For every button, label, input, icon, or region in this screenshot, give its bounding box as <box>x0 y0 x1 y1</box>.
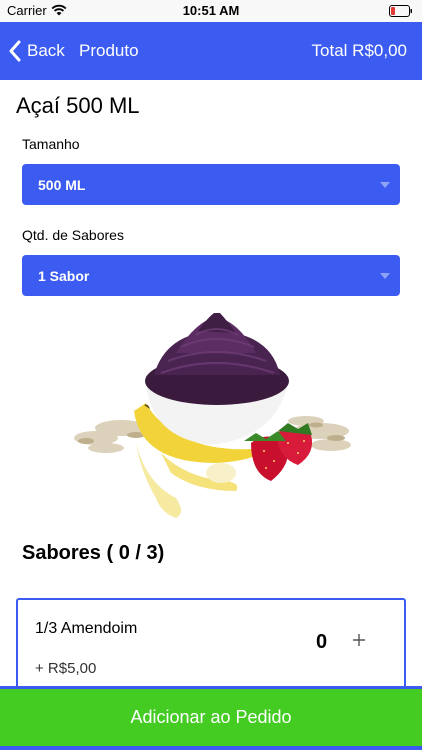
plus-icon[interactable] <box>352 633 366 647</box>
flavor-count-label: Qtd. de Sabores <box>22 227 124 243</box>
flavor-name: 1/3 Amendoim <box>35 620 138 637</box>
caret-down-icon <box>380 182 390 188</box>
battery-icon <box>389 5 412 17</box>
flavors-section-title: Sabores ( 0 / 3) <box>22 542 165 564</box>
product-title: Açaí 500 ML <box>16 93 140 118</box>
status-bar: Carrier 10:51 AM <box>0 0 422 22</box>
bottom-strip <box>0 746 422 750</box>
acai-bowl-image <box>74 313 351 518</box>
back-label: Back <box>27 41 65 60</box>
nav-title: Produto <box>79 41 139 60</box>
size-select-value: 500 ML <box>38 177 86 193</box>
caret-down-icon <box>380 273 390 279</box>
size-select[interactable]: 500 ML <box>22 164 400 205</box>
cart-total: Total R$0,00 <box>311 41 407 60</box>
add-to-order-button[interactable]: Adicionar ao Pedido <box>0 686 422 746</box>
flavor-price: + R$5,00 <box>35 660 97 677</box>
flavor-count-select-value: 1 Sabor <box>38 268 90 284</box>
back-button[interactable]: Back <box>8 38 65 64</box>
flavor-quantity: 0 <box>316 631 328 653</box>
status-time: 10:51 AM <box>182 3 240 18</box>
size-label: Tamanho <box>22 136 80 152</box>
product-screen: Carrier 10:51 AM Back Produto Total R$0,… <box>0 0 422 750</box>
flavor-item-amendoim: 1/3 Amendoim + R$5,00 0 <box>16 598 406 698</box>
flavor-count-select[interactable]: 1 Sabor <box>22 255 400 296</box>
navigation-bar: Back Produto Total R$0,00 <box>0 22 422 80</box>
chevron-left-icon <box>9 40 21 62</box>
